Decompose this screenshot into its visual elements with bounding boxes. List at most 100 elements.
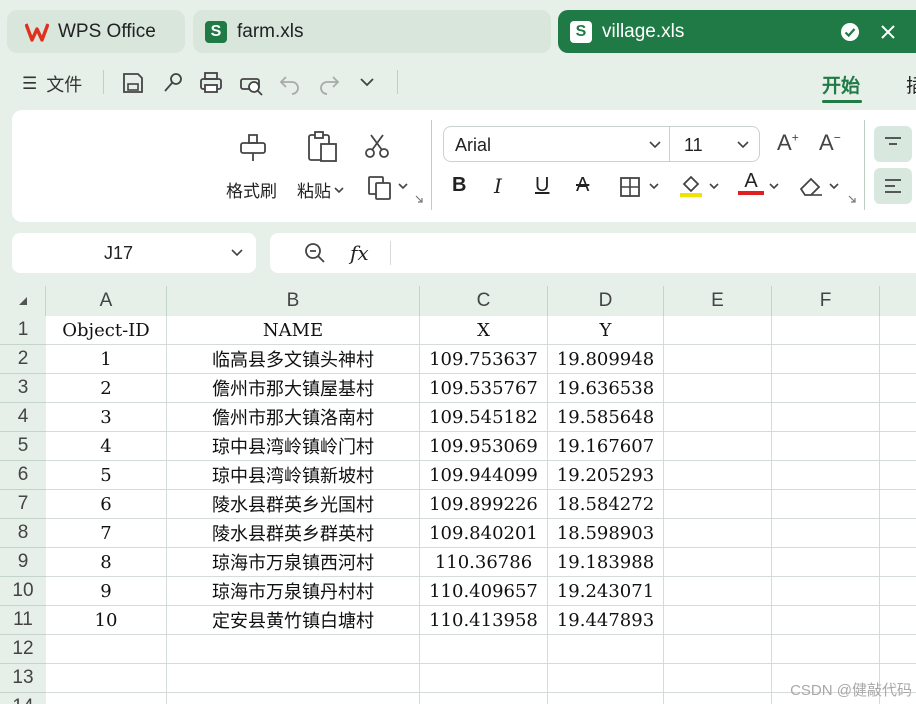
row-header[interactable]: 11 [0, 606, 46, 635]
cell[interactable] [664, 403, 772, 432]
cell[interactable]: 18.598903 [548, 519, 664, 548]
cell[interactable] [664, 635, 772, 664]
cell[interactable]: 儋州市那大镇屋基村 [167, 374, 420, 403]
cell[interactable] [880, 432, 916, 461]
cell[interactable]: 19.183988 [548, 548, 664, 577]
cell[interactable] [772, 316, 880, 345]
cell[interactable] [664, 345, 772, 374]
column-header-b[interactable]: B [167, 286, 420, 316]
cell[interactable] [772, 635, 880, 664]
cell[interactable] [420, 664, 548, 693]
cell[interactable]: 4 [46, 432, 167, 461]
row-header[interactable]: 8 [0, 519, 46, 548]
cell[interactable]: 109.953069 [420, 432, 548, 461]
column-header-f[interactable]: F [772, 286, 880, 316]
cell[interactable]: 109.535767 [420, 374, 548, 403]
bold-button[interactable]: B [452, 174, 466, 197]
chevron-down-icon[interactable] [708, 181, 720, 191]
strikethrough-button[interactable]: A [576, 174, 589, 197]
cell[interactable]: 110.409657 [420, 577, 548, 606]
redo-icon[interactable] [317, 71, 341, 95]
cell[interactable] [664, 693, 772, 704]
row-header[interactable]: 13 [0, 664, 46, 693]
format-painter-icon[interactable] [237, 131, 269, 163]
cell[interactable]: 陵水县群英乡光国村 [167, 490, 420, 519]
cell[interactable] [46, 664, 167, 693]
column-header-c[interactable]: C [420, 286, 548, 316]
chevron-down-icon[interactable] [648, 181, 660, 191]
cell[interactable] [772, 577, 880, 606]
fill-color-icon[interactable] [678, 172, 704, 198]
row-header[interactable]: 5 [0, 432, 46, 461]
cell[interactable]: 19.243071 [548, 577, 664, 606]
cell[interactable] [880, 374, 916, 403]
cell[interactable] [880, 345, 916, 374]
cell[interactable] [880, 606, 916, 635]
cell[interactable] [772, 461, 880, 490]
cell[interactable] [772, 548, 880, 577]
cell[interactable] [664, 548, 772, 577]
cell[interactable]: 19.636538 [548, 374, 664, 403]
cell[interactable]: 陵水县群英乡群英村 [167, 519, 420, 548]
tab-village-xls[interactable]: S village.xls [558, 10, 916, 53]
font-color-icon[interactable]: A [738, 170, 764, 195]
tab-farm-xls[interactable]: S farm.xls [193, 10, 551, 53]
cell[interactable]: 110.36786 [420, 548, 548, 577]
cell[interactable] [548, 693, 664, 704]
paste-icon[interactable] [305, 130, 339, 164]
chevron-down-icon[interactable] [358, 75, 376, 89]
tab-home[interactable]: 开始 [822, 71, 862, 103]
cell[interactable] [880, 577, 916, 606]
cell[interactable]: Y [548, 316, 664, 345]
cell[interactable]: 琼中县湾岭镇新坡村 [167, 461, 420, 490]
cell[interactable]: 7 [46, 519, 167, 548]
cell[interactable] [880, 490, 916, 519]
row-header[interactable]: 2 [0, 345, 46, 374]
format-painter-label[interactable]: 格式刷 [226, 177, 277, 202]
row-header[interactable]: 7 [0, 490, 46, 519]
decrease-font-size-button[interactable]: A− [819, 130, 841, 156]
cell[interactable]: 1 [46, 345, 167, 374]
row-header[interactable]: 9 [0, 548, 46, 577]
cell[interactable]: 109.944099 [420, 461, 548, 490]
save-icon[interactable] [121, 71, 145, 95]
cell[interactable]: 儋州市那大镇洛南村 [167, 403, 420, 432]
cell[interactable]: 18.584272 [548, 490, 664, 519]
cell[interactable]: 临高县多文镇头神村 [167, 345, 420, 374]
cell[interactable]: 2 [46, 374, 167, 403]
cell[interactable] [880, 635, 916, 664]
cell[interactable] [880, 548, 916, 577]
cell[interactable]: 110.413958 [420, 606, 548, 635]
cell[interactable] [167, 635, 420, 664]
dialog-launcher-icon[interactable] [847, 194, 857, 204]
font-name-select[interactable]: Arial [443, 126, 670, 162]
cell[interactable] [880, 461, 916, 490]
italic-button[interactable]: I [494, 174, 502, 198]
cell[interactable] [167, 664, 420, 693]
chevron-down-icon[interactable] [768, 181, 780, 191]
cell[interactable] [880, 403, 916, 432]
name-box[interactable]: J17 [12, 233, 256, 273]
cut-icon[interactable] [363, 132, 391, 160]
cell[interactable] [664, 664, 772, 693]
cell[interactable] [772, 403, 880, 432]
cell[interactable] [420, 635, 548, 664]
underline-button[interactable]: U [535, 174, 549, 197]
share-icon[interactable] [161, 71, 185, 95]
column-header-a[interactable]: A [46, 286, 167, 316]
chevron-down-icon[interactable] [828, 181, 840, 191]
cell[interactable] [772, 606, 880, 635]
clear-format-eraser-icon[interactable] [798, 174, 824, 198]
cell[interactable]: 19.585648 [548, 403, 664, 432]
cell[interactable] [664, 490, 772, 519]
chevron-down-icon[interactable] [397, 181, 409, 191]
cell[interactable]: 琼海市万泉镇西河村 [167, 548, 420, 577]
cell[interactable] [548, 664, 664, 693]
cell[interactable] [46, 635, 167, 664]
row-header[interactable]: 1 [0, 316, 46, 345]
cell[interactable] [664, 316, 772, 345]
zoom-search-icon[interactable] [304, 242, 326, 264]
cell[interactable] [664, 461, 772, 490]
cell[interactable]: 9 [46, 577, 167, 606]
cell[interactable] [664, 374, 772, 403]
